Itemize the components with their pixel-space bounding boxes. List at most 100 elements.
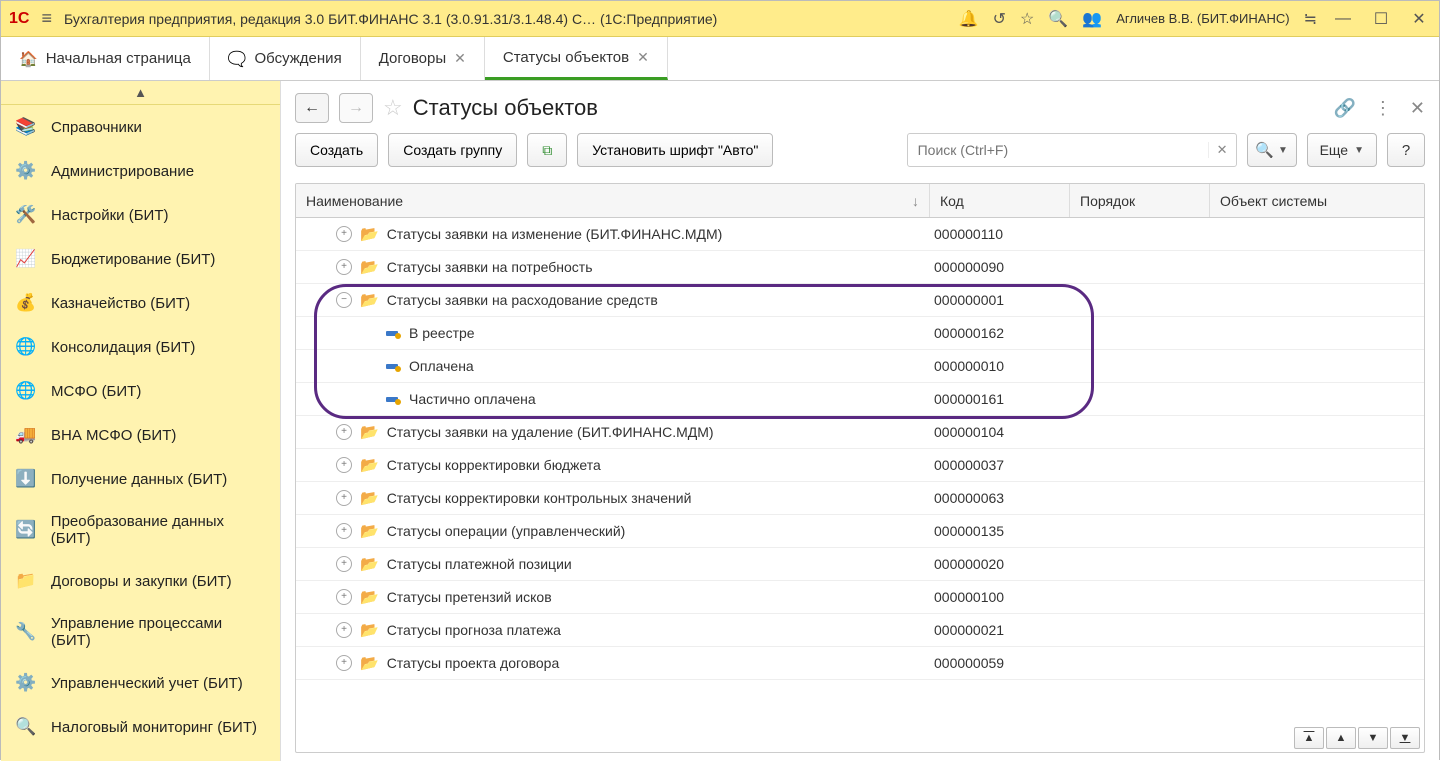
sidebar-item[interactable]: 🚚ВНА МСФО (БИТ): [1, 413, 280, 457]
set-font-button[interactable]: Установить шрифт "Авто": [577, 133, 773, 167]
expand-icon[interactable]: +: [336, 490, 352, 506]
clear-icon[interactable]: ✕: [1208, 142, 1236, 158]
expand-icon[interactable]: +: [336, 523, 352, 539]
column-object[interactable]: Объект системы: [1210, 184, 1424, 217]
row-code: 000000063: [930, 490, 1070, 506]
table-row[interactable]: +📂Статусы заявки на удаление (БИТ.ФИНАНС…: [296, 416, 1424, 449]
column-code[interactable]: Код: [930, 184, 1070, 217]
close-button[interactable]: ✕: [1407, 9, 1431, 29]
sidebar-item[interactable]: ⚙️Администрирование: [1, 149, 280, 193]
window-titlebar: 1C ≡ Бухгалтерия предприятия, редакция 3…: [1, 1, 1439, 37]
expand-icon[interactable]: +: [336, 226, 352, 242]
star-icon[interactable]: ☆: [1020, 9, 1034, 29]
discussion-icon: 🗨️: [228, 50, 247, 68]
sidebar-item[interactable]: 🔍Налоговый мониторинг (БИТ): [1, 705, 280, 749]
expand-icon[interactable]: +: [336, 589, 352, 605]
scroll-up-button[interactable]: ▲: [1326, 727, 1356, 749]
tab-discussions[interactable]: 🗨️ Обсуждения: [210, 37, 361, 80]
tab-label: Начальная страница: [46, 50, 191, 67]
history-icon[interactable]: ↺: [993, 9, 1006, 29]
home-icon: 🏠: [19, 50, 38, 68]
table-row[interactable]: Оплачена000000010: [296, 350, 1424, 383]
favorite-icon[interactable]: ☆: [383, 95, 403, 121]
sidebar-item[interactable]: 💰Казначейство (БИТ): [1, 281, 280, 325]
folder-icon: 📂: [360, 423, 379, 441]
sidebar: ▲ 📚Справочники⚙️Администрирование🛠️Настр…: [1, 81, 281, 761]
minimize-button[interactable]: —: [1331, 10, 1355, 28]
table-row[interactable]: +📂Статусы операции (управленческий)00000…: [296, 515, 1424, 548]
folder-icon: 📂: [360, 291, 379, 309]
row-name: Частично оплачена: [409, 391, 536, 407]
folder-icon: 📂: [360, 225, 379, 243]
sidebar-item[interactable]: 🔧 Управление процессами (БИТ): [1, 603, 280, 661]
sidebar-item[interactable]: 📚Справочники: [1, 105, 280, 149]
sidebar-item-label: Администрирование: [51, 163, 194, 180]
search-icon[interactable]: 🔍: [1048, 9, 1068, 29]
search-button[interactable]: 🔍 ▼: [1247, 133, 1297, 167]
sidebar-item-label: Управление процессами (БИТ): [51, 615, 266, 649]
close-icon[interactable]: ✕: [454, 50, 466, 67]
sidebar-item[interactable]: 📈Бюджетирование (БИТ): [1, 237, 280, 281]
expand-icon[interactable]: +: [336, 556, 352, 572]
table-row[interactable]: +📂Статусы корректировки контрольных знач…: [296, 482, 1424, 515]
nav-back-button[interactable]: ←: [295, 93, 329, 123]
row-name: Оплачена: [409, 358, 474, 374]
user-name[interactable]: Агличев В.В. (БИТ.ФИНАНС): [1116, 11, 1289, 26]
sidebar-item[interactable]: 🛠️Настройки (БИТ): [1, 193, 280, 237]
filter-icon[interactable]: ≒: [1304, 9, 1317, 29]
table-row[interactable]: +📂Статусы корректировки бюджета000000037: [296, 449, 1424, 482]
bell-icon[interactable]: 🔔: [959, 9, 979, 29]
table-row[interactable]: В реестре000000162: [296, 317, 1424, 350]
table-row[interactable]: +📂Статусы заявки на потребность000000090: [296, 251, 1424, 284]
search-input[interactable]: [908, 142, 1208, 158]
expand-icon[interactable]: +: [336, 457, 352, 473]
sidebar-item[interactable]: 🔄Преобразование данных (БИТ): [1, 501, 280, 559]
sidebar-item[interactable]: ⬇️Получение данных (БИТ): [1, 457, 280, 501]
sidebar-item[interactable]: 🌐МСФО (БИТ): [1, 369, 280, 413]
more-vert-icon[interactable]: ⋮: [1374, 98, 1392, 119]
expand-icon[interactable]: +: [336, 424, 352, 440]
table-row[interactable]: +📂Статусы претензий исков000000100: [296, 581, 1424, 614]
row-code: 000000001: [930, 292, 1070, 308]
table-row[interactable]: +📂Статусы платежной позиции000000020: [296, 548, 1424, 581]
scroll-bottom-button[interactable]: ▼: [1390, 727, 1420, 749]
tab-statuses[interactable]: Статусы объектов ✕: [485, 37, 668, 80]
menu-icon[interactable]: ≡: [41, 8, 52, 29]
close-panel-icon[interactable]: ✕: [1410, 98, 1425, 119]
sync-icon: 🔄: [15, 520, 37, 540]
new-item-icon-button[interactable]: ⧉: [527, 133, 567, 167]
table-row[interactable]: Частично оплачена000000161: [296, 383, 1424, 416]
sidebar-item[interactable]: ⚙️Управленческий учет (БИТ): [1, 661, 280, 705]
tab-home[interactable]: 🏠 Начальная страница: [1, 37, 210, 80]
table-row[interactable]: −📂Статусы заявки на расходование средств…: [296, 284, 1424, 317]
sidebar-item[interactable]: 🌐Консолидация (БИТ): [1, 325, 280, 369]
create-button[interactable]: Создать: [295, 133, 378, 167]
table-row[interactable]: +📂Статусы проекта договора000000059: [296, 647, 1424, 680]
table-row[interactable]: +📂Статусы прогноза платежа000000021: [296, 614, 1424, 647]
row-code: 000000059: [930, 655, 1070, 671]
sidebar-collapse-icon[interactable]: ▲: [1, 81, 280, 105]
expand-icon[interactable]: +: [336, 655, 352, 671]
close-icon[interactable]: ✕: [637, 49, 649, 66]
scroll-down-button[interactable]: ▼: [1358, 727, 1388, 749]
expand-icon[interactable]: +: [336, 622, 352, 638]
scroll-top-button[interactable]: ▲: [1294, 727, 1324, 749]
help-button[interactable]: ?: [1387, 133, 1425, 167]
more-button[interactable]: Еще ▼: [1307, 133, 1377, 167]
search-box[interactable]: ✕: [907, 133, 1237, 167]
sidebar-item[interactable]: 📁Договоры и закупки (БИТ): [1, 559, 280, 603]
folder-icon: 📂: [360, 456, 379, 474]
app-logo-icon: 1C: [9, 10, 29, 28]
column-name[interactable]: Наименование ↓: [296, 184, 930, 217]
create-group-button[interactable]: Создать группу: [388, 133, 517, 167]
expand-icon[interactable]: +: [336, 259, 352, 275]
collapse-icon[interactable]: −: [336, 292, 352, 308]
column-order[interactable]: Порядок: [1070, 184, 1210, 217]
money-icon: 💰: [15, 293, 37, 313]
users-icon[interactable]: 👥: [1082, 9, 1102, 29]
tab-contracts[interactable]: Договоры ✕: [361, 37, 485, 80]
table-row[interactable]: +📂Статусы заявки на изменение (БИТ.ФИНАН…: [296, 218, 1424, 251]
maximize-button[interactable]: ☐: [1369, 9, 1393, 29]
link-icon[interactable]: 🔗: [1333, 98, 1355, 119]
process-icon: 🔧: [15, 622, 37, 642]
